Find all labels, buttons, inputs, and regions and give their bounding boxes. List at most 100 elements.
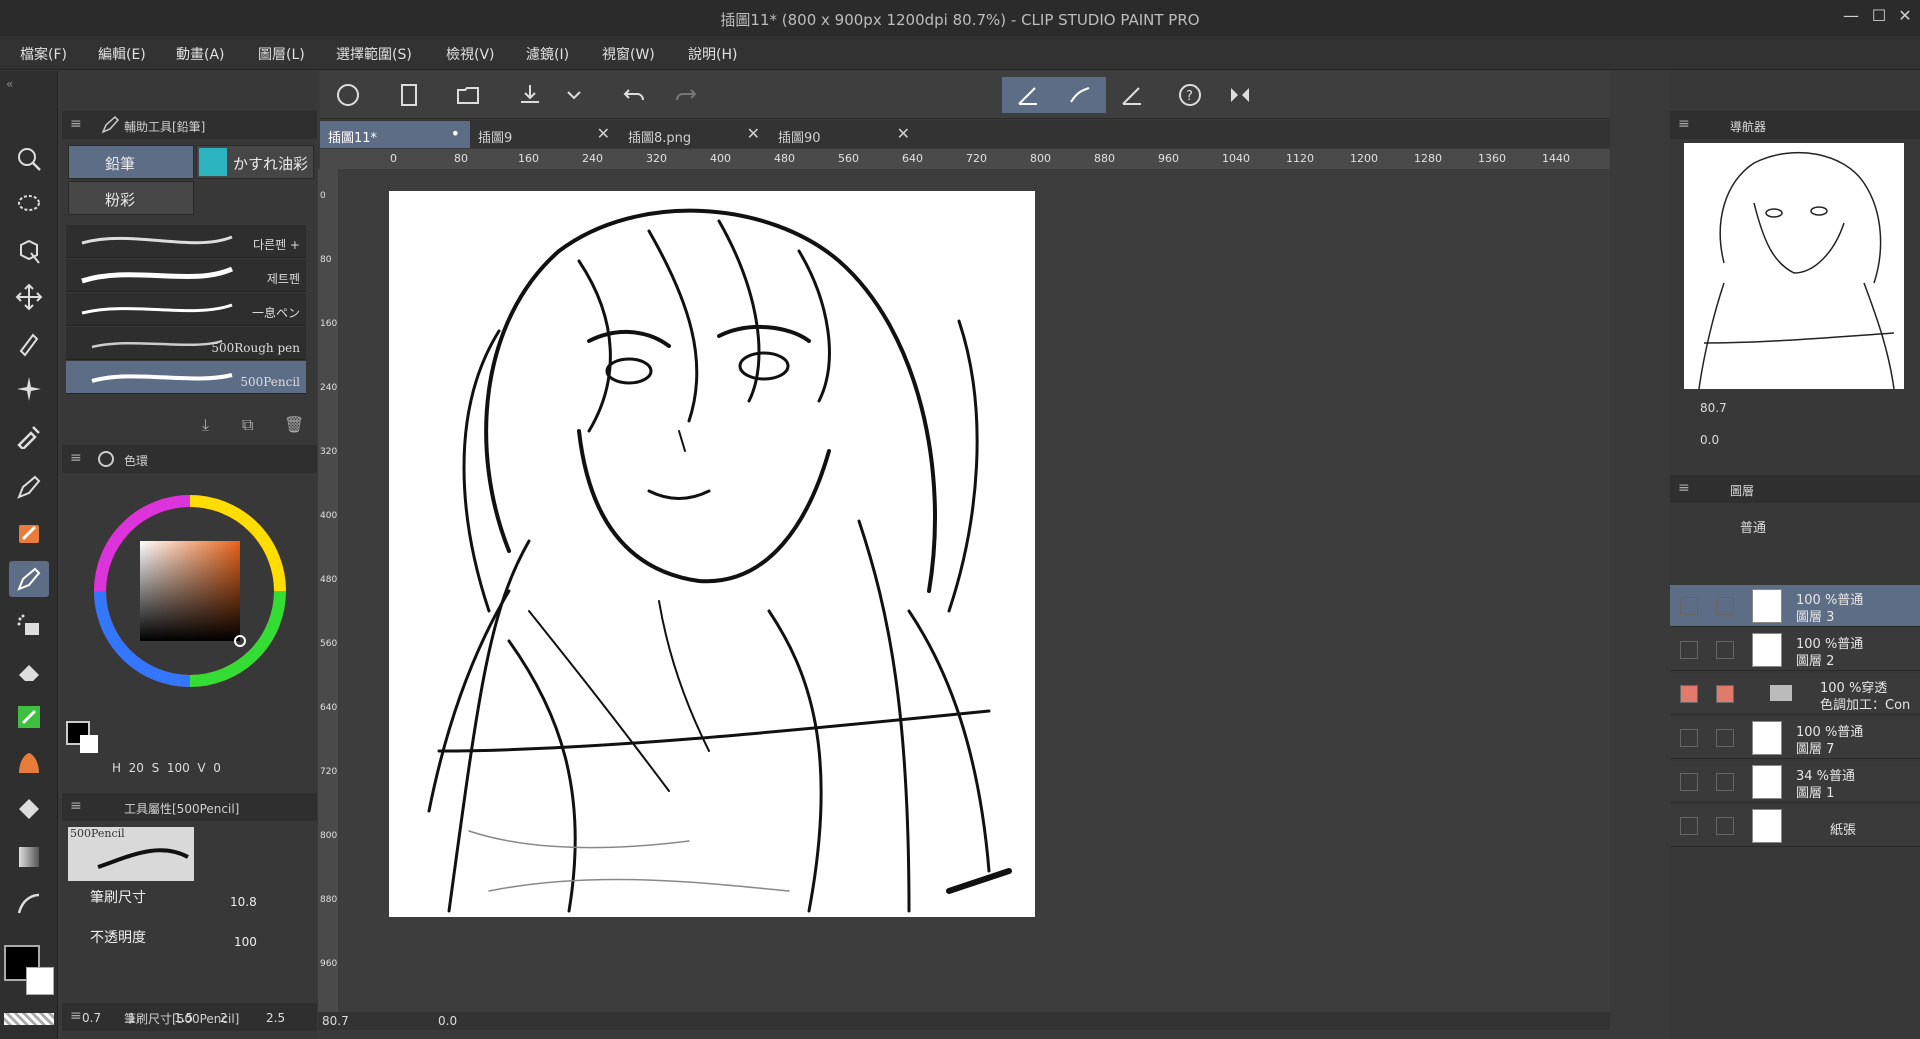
brush-size-preset[interactable]: 1.5 xyxy=(174,1011,193,1025)
menu-view[interactable]: 檢視(V) xyxy=(446,44,495,64)
decoration-icon[interactable] xyxy=(9,699,49,735)
menu-window[interactable]: 視窗(W) xyxy=(602,44,655,64)
lasso-tool-icon[interactable] xyxy=(9,187,49,223)
auto-select-icon[interactable] xyxy=(9,325,49,361)
brush-item[interactable]: 500Pencil xyxy=(66,361,306,394)
undo-icon[interactable] xyxy=(614,77,654,113)
close-icon[interactable]: ✕ xyxy=(1892,6,1918,25)
clip-studio-icon[interactable] xyxy=(328,77,368,113)
brush-size-value[interactable]: 10.8 xyxy=(230,895,257,909)
pencil-tool-icon[interactable] xyxy=(9,561,49,597)
menu-selection[interactable]: 選擇範圍(S) xyxy=(336,44,412,64)
subtool-tab-pastel[interactable]: 粉彩 xyxy=(68,181,194,215)
maximize-icon[interactable]: ☐ xyxy=(1866,6,1892,25)
menu-help[interactable]: 說明(H) xyxy=(688,44,737,64)
edit-icon[interactable] xyxy=(1716,597,1734,615)
open-file-icon[interactable] xyxy=(448,77,488,113)
visibility-toggle[interactable] xyxy=(1680,597,1698,615)
duplicate-icon[interactable]: ⧉ xyxy=(242,415,253,435)
menu-icon[interactable]: ≡ xyxy=(70,1008,82,1024)
blend-tool-icon[interactable] xyxy=(9,745,49,781)
tab-document[interactable]: 插圖90 ✕ xyxy=(770,121,920,148)
menu-icon[interactable]: ≡ xyxy=(70,116,82,132)
menu-icon[interactable]: ≡ xyxy=(1678,116,1690,132)
brush-size-preset[interactable]: 1 xyxy=(128,1011,136,1025)
layer-row[interactable]: 100 %普通 圖層 3 xyxy=(1670,585,1920,627)
visibility-toggle[interactable] xyxy=(1680,685,1698,703)
close-icon[interactable]: ✕ xyxy=(897,124,910,143)
lock-toggle[interactable] xyxy=(1716,729,1734,747)
move-tool-icon[interactable] xyxy=(9,279,49,315)
fill-bucket-icon[interactable] xyxy=(9,791,49,827)
visibility-toggle[interactable] xyxy=(1680,729,1698,747)
color-wheel[interactable] xyxy=(90,491,290,691)
layer-row[interactable]: 紙張 xyxy=(1670,805,1920,847)
tab-document[interactable]: 插圖8.png ✕ xyxy=(620,121,770,148)
brush-item[interactable]: 一息ペン xyxy=(66,293,306,326)
brush-item[interactable]: 500Rough pen xyxy=(66,327,306,360)
brush-size-preset[interactable]: 2.5 xyxy=(266,1011,285,1025)
collapse-icon[interactable]: « xyxy=(6,77,13,91)
drawing-canvas[interactable] xyxy=(389,191,1035,917)
blend-mode-select[interactable]: 普通 xyxy=(1740,517,1766,536)
pen-tool-icon[interactable] xyxy=(9,469,49,505)
curve-tool-icon[interactable] xyxy=(9,885,49,921)
navigator-thumbnail[interactable] xyxy=(1684,143,1904,390)
zoom-tool-icon[interactable] xyxy=(9,141,49,177)
gradient-icon[interactable] xyxy=(9,839,49,875)
save-icon[interactable] xyxy=(510,77,550,113)
close-icon[interactable]: ✕ xyxy=(747,124,760,143)
trash-icon[interactable]: 🗑 xyxy=(284,415,304,434)
airbrush-icon[interactable] xyxy=(9,607,49,643)
sub-color-swatch[interactable] xyxy=(26,967,54,995)
menu-animation[interactable]: 動畫(A) xyxy=(176,44,225,64)
tab-document[interactable]: 插圖9 ✕ xyxy=(470,121,620,148)
download-icon[interactable]: ⤓ xyxy=(202,415,209,435)
brush-item[interactable]: 제트펜 xyxy=(66,259,306,292)
lock-toggle[interactable] xyxy=(1716,641,1734,659)
menu-icon[interactable]: ≡ xyxy=(1678,480,1690,496)
object-tool-icon[interactable] xyxy=(9,233,49,269)
new-file-icon[interactable] xyxy=(390,77,430,113)
layer-row[interactable]: 100 %普通 圖層 2 xyxy=(1670,629,1920,671)
snap-grid-icon[interactable] xyxy=(1054,77,1106,113)
brush-item[interactable]: 다른펜 + xyxy=(66,225,306,258)
menu-icon[interactable]: ≡ xyxy=(70,450,82,466)
eraser-icon[interactable] xyxy=(9,653,49,689)
ruler-tick-label: 560 xyxy=(320,639,338,649)
flip-horizontal-icon[interactable] xyxy=(1220,77,1260,113)
lock-toggle[interactable] xyxy=(1716,817,1734,835)
transparent-swatch[interactable] xyxy=(4,1013,54,1025)
eyedropper-icon[interactable] xyxy=(9,417,49,453)
ruler-icon[interactable] xyxy=(1112,77,1152,113)
menu-edit[interactable]: 編輯(E) xyxy=(98,44,146,64)
help-icon[interactable]: ? xyxy=(1170,77,1210,113)
visibility-toggle[interactable] xyxy=(1680,773,1698,791)
tab-document[interactable]: 插圖11* • xyxy=(320,121,470,148)
brush-size-preset[interactable]: 0.7 xyxy=(82,1011,101,1025)
eye-icon[interactable] xyxy=(1680,817,1698,835)
layer-row[interactable]: 100 %穿透 色調加工：Con xyxy=(1670,673,1920,715)
chevron-down-icon[interactable] xyxy=(554,77,594,113)
layer-row[interactable]: 100 %普通 圖層 7 xyxy=(1670,717,1920,759)
subtool-tab-pencil[interactable]: 鉛筆 xyxy=(68,145,194,179)
color-sub-swatch[interactable] xyxy=(80,735,98,753)
menu-icon[interactable]: ≡ xyxy=(70,798,82,814)
brush-tool-icon[interactable] xyxy=(9,515,49,551)
menu-layer[interactable]: 圖層(L) xyxy=(258,44,305,64)
subtool-tab-kasure[interactable]: かすれ油彩 xyxy=(196,145,314,179)
vertical-ruler: 0 80 160 240 320 400 480 560 640 720 800 880 960 xyxy=(318,169,338,1012)
sparkle-tool-icon[interactable] xyxy=(9,371,49,407)
lock-toggle[interactable] xyxy=(1716,685,1734,703)
menu-filter[interactable]: 濾鏡(I) xyxy=(526,44,569,64)
minimize-icon[interactable]: — xyxy=(1838,6,1864,25)
brush-size-preset[interactable]: 2 xyxy=(220,1011,228,1025)
opacity-value[interactable]: 100 xyxy=(234,935,257,949)
snap-special-ruler-icon[interactable] xyxy=(1002,77,1054,113)
close-icon[interactable]: ✕ xyxy=(597,124,610,143)
eye-icon[interactable] xyxy=(1680,641,1698,659)
menu-file[interactable]: 檔案(F) xyxy=(20,44,67,64)
lock-toggle[interactable] xyxy=(1716,773,1734,791)
redo-icon[interactable] xyxy=(666,77,706,113)
layer-row[interactable]: 34 %普通 圖層 1 xyxy=(1670,761,1920,803)
